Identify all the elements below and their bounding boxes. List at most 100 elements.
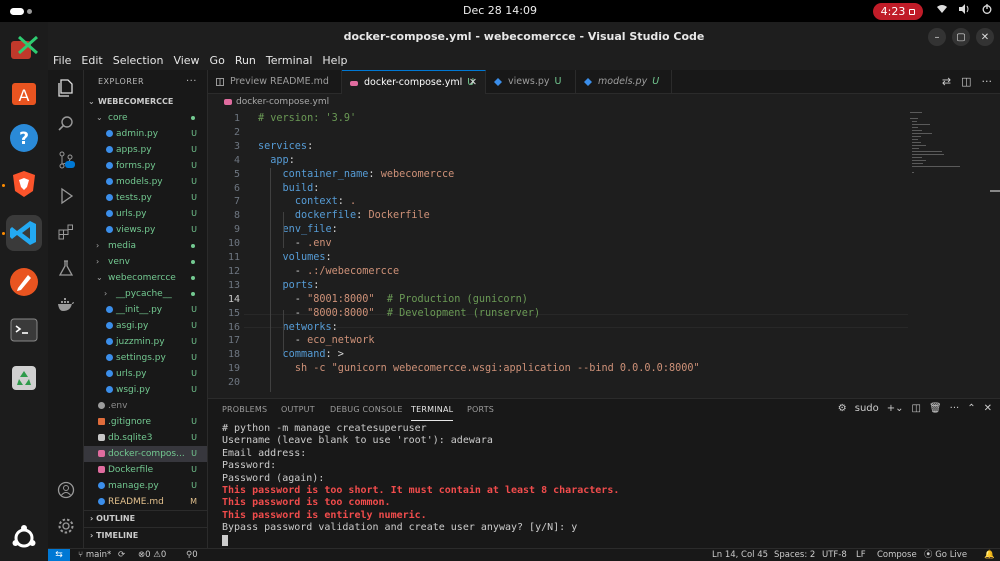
explorer-item[interactable]: models.py U bbox=[84, 174, 207, 190]
activity-manage[interactable] bbox=[56, 516, 76, 536]
split-terminal-icon[interactable]: ◫ bbox=[912, 403, 921, 414]
code-line[interactable]: # version: '3.9' bbox=[258, 113, 356, 124]
terminal-name[interactable]: sudo bbox=[855, 403, 879, 414]
activity-source-control[interactable] bbox=[56, 150, 76, 170]
code-line[interactable]: ports: bbox=[258, 280, 320, 291]
panel-tab-debug-console[interactable]: DEBUG CONSOLE bbox=[330, 399, 403, 421]
activity-run-debug[interactable] bbox=[56, 186, 76, 206]
dock-app-vscode[interactable] bbox=[6, 215, 42, 251]
explorer-item[interactable]: __init__.py U bbox=[84, 302, 207, 318]
close-panel-icon[interactable]: ✕ bbox=[984, 403, 992, 414]
terminal-output[interactable]: # python -m manage createsuperuser Userna… bbox=[222, 423, 982, 547]
go-live-button[interactable]: ⦿ Go Live bbox=[924, 549, 967, 561]
explorer-item[interactable]: .env bbox=[84, 398, 207, 414]
explorer-root-folder[interactable]: ⌄ WEBECOMERCCE bbox=[84, 94, 207, 110]
explorer-item[interactable]: admin.py U bbox=[84, 126, 207, 142]
code-editor[interactable]: 1 # version: '3.9' 2 3 services: 4 app: 5 cont… bbox=[208, 112, 1000, 392]
explorer-item[interactable]: tests.py U bbox=[84, 190, 207, 206]
dock-app-text-editor[interactable] bbox=[6, 264, 42, 300]
menu-view[interactable]: View bbox=[173, 52, 199, 70]
breadcrumb[interactable]: docker-compose.yml bbox=[208, 94, 1000, 110]
more-actions-icon[interactable]: ··· bbox=[950, 403, 960, 414]
notifications-icon[interactable]: 🔔 bbox=[984, 549, 995, 561]
code-line[interactable]: sh -c "gunicorn webecomercce.wsgi:applic… bbox=[258, 363, 700, 374]
activity-explorer[interactable] bbox=[56, 78, 76, 98]
indentation-status[interactable]: Spaces: 2 bbox=[774, 549, 815, 561]
activity-accounts[interactable] bbox=[56, 480, 76, 500]
explorer-item[interactable]: Dockerfile U bbox=[84, 462, 207, 478]
dock-app-screen-recorder[interactable] bbox=[6, 30, 42, 66]
explorer-item[interactable]: views.py U bbox=[84, 222, 207, 238]
explorer-item[interactable]: forms.py U bbox=[84, 158, 207, 174]
screen-recording-indicator[interactable]: 4:23 bbox=[873, 3, 923, 20]
activity-docker[interactable] bbox=[56, 294, 76, 314]
tab-views-py[interactable]: views.py U bbox=[486, 70, 576, 94]
dock-app-trash[interactable] bbox=[6, 360, 42, 396]
window-title-bar[interactable]: docker-compose.yml - webecomercce - Visu… bbox=[48, 22, 1000, 52]
code-line[interactable]: app: bbox=[258, 155, 295, 166]
explorer-item[interactable]: wsgi.py U bbox=[84, 382, 207, 398]
explorer-item[interactable]: juzzmin.py U bbox=[84, 334, 207, 350]
dock-app-brave-browser[interactable] bbox=[6, 166, 42, 202]
explorer-item[interactable]: docker-compos... U bbox=[84, 446, 207, 462]
explorer-item[interactable]: › venv bbox=[84, 254, 207, 270]
system-tray[interactable] bbox=[937, 4, 992, 14]
code-line[interactable]: - "8000:8000" # Development (runserver) bbox=[258, 308, 540, 319]
more-actions-icon[interactable]: ··· bbox=[186, 70, 197, 94]
code-line[interactable]: - eco_network bbox=[258, 335, 375, 346]
system-clock[interactable]: Dec 28 14:09 bbox=[0, 4, 1000, 17]
code-line[interactable] bbox=[258, 391, 264, 392]
compare-changes-icon[interactable]: ⇄ bbox=[942, 75, 951, 88]
maximize-panel-icon[interactable]: ⌃ bbox=[967, 403, 975, 414]
tab-preview-readme[interactable]: Preview README.md bbox=[208, 70, 342, 94]
minimize-button[interactable]: – bbox=[928, 28, 946, 46]
explorer-item[interactable]: › media bbox=[84, 238, 207, 254]
explorer-item[interactable]: manage.py U bbox=[84, 478, 207, 494]
explorer-item[interactable]: apps.py U bbox=[84, 142, 207, 158]
dock-show-apps-button[interactable] bbox=[6, 520, 42, 556]
dock-app-help[interactable]: ? bbox=[6, 120, 42, 156]
menu-help[interactable]: Help bbox=[322, 52, 347, 70]
explorer-item[interactable]: .gitignore U bbox=[84, 414, 207, 430]
activity-search[interactable] bbox=[56, 114, 76, 134]
panel-tab-ports[interactable]: PORTS bbox=[467, 399, 494, 421]
activity-extensions[interactable] bbox=[56, 222, 76, 242]
menu-file[interactable]: File bbox=[53, 52, 71, 70]
minimap[interactable] bbox=[910, 112, 970, 182]
branch-status[interactable]: ⑂ main* bbox=[78, 549, 111, 561]
code-line[interactable]: build: bbox=[258, 183, 320, 194]
panel-tab-problems[interactable]: PROBLEMS bbox=[222, 399, 267, 421]
menu-selection[interactable]: Selection bbox=[113, 52, 164, 70]
eol-status[interactable]: LF bbox=[856, 549, 866, 561]
menu-run[interactable]: Run bbox=[235, 52, 256, 70]
explorer-item[interactable]: ⌄ core bbox=[84, 110, 207, 126]
menu-edit[interactable]: Edit bbox=[81, 52, 102, 70]
code-line[interactable]: services: bbox=[258, 141, 313, 152]
menu-terminal[interactable]: Terminal bbox=[266, 52, 313, 70]
tab-docker-compose[interactable]: docker-compose.yml U ✕ bbox=[342, 70, 486, 94]
code-line[interactable]: container_name: webecomercce bbox=[258, 169, 455, 180]
sync-icon[interactable]: ⟳ bbox=[118, 549, 125, 561]
new-terminal-icon[interactable]: +⌄ bbox=[887, 403, 904, 414]
tab-close-icon[interactable]: ✕ bbox=[469, 71, 477, 95]
tab-models-py[interactable]: models.py U bbox=[576, 70, 672, 94]
maximize-button[interactable]: ▢ bbox=[952, 28, 970, 46]
explorer-item[interactable]: urls.py U bbox=[84, 206, 207, 222]
close-window-button[interactable]: ✕ bbox=[976, 28, 994, 46]
dock-app-terminal[interactable] bbox=[6, 312, 42, 348]
explorer-item[interactable]: › __pycache__ bbox=[84, 286, 207, 302]
dock-app-software-center[interactable]: A bbox=[6, 74, 42, 110]
language-mode[interactable]: Compose bbox=[877, 549, 917, 561]
panel-tab-terminal[interactable]: TERMINAL bbox=[411, 399, 454, 421]
kill-terminal-icon[interactable]: 🗑 bbox=[929, 403, 942, 414]
split-editor-icon[interactable]: ◫ bbox=[961, 75, 971, 88]
explorer-item[interactable]: asgi.py U bbox=[84, 318, 207, 334]
code-line[interactable]: - "8001:8000" # Production (gunicorn) bbox=[258, 294, 528, 305]
problems-status[interactable]: ⊗0 ⚠0 bbox=[138, 549, 166, 561]
ports-status[interactable]: ⚲0 bbox=[186, 549, 198, 561]
explorer-item[interactable]: settings.py U bbox=[84, 350, 207, 366]
editor-scrollbar[interactable] bbox=[990, 190, 1000, 192]
explorer-item[interactable]: README.md M bbox=[84, 494, 207, 510]
menu-go[interactable]: Go bbox=[210, 52, 225, 70]
cursor-position[interactable]: Ln 14, Col 45 bbox=[712, 549, 768, 561]
